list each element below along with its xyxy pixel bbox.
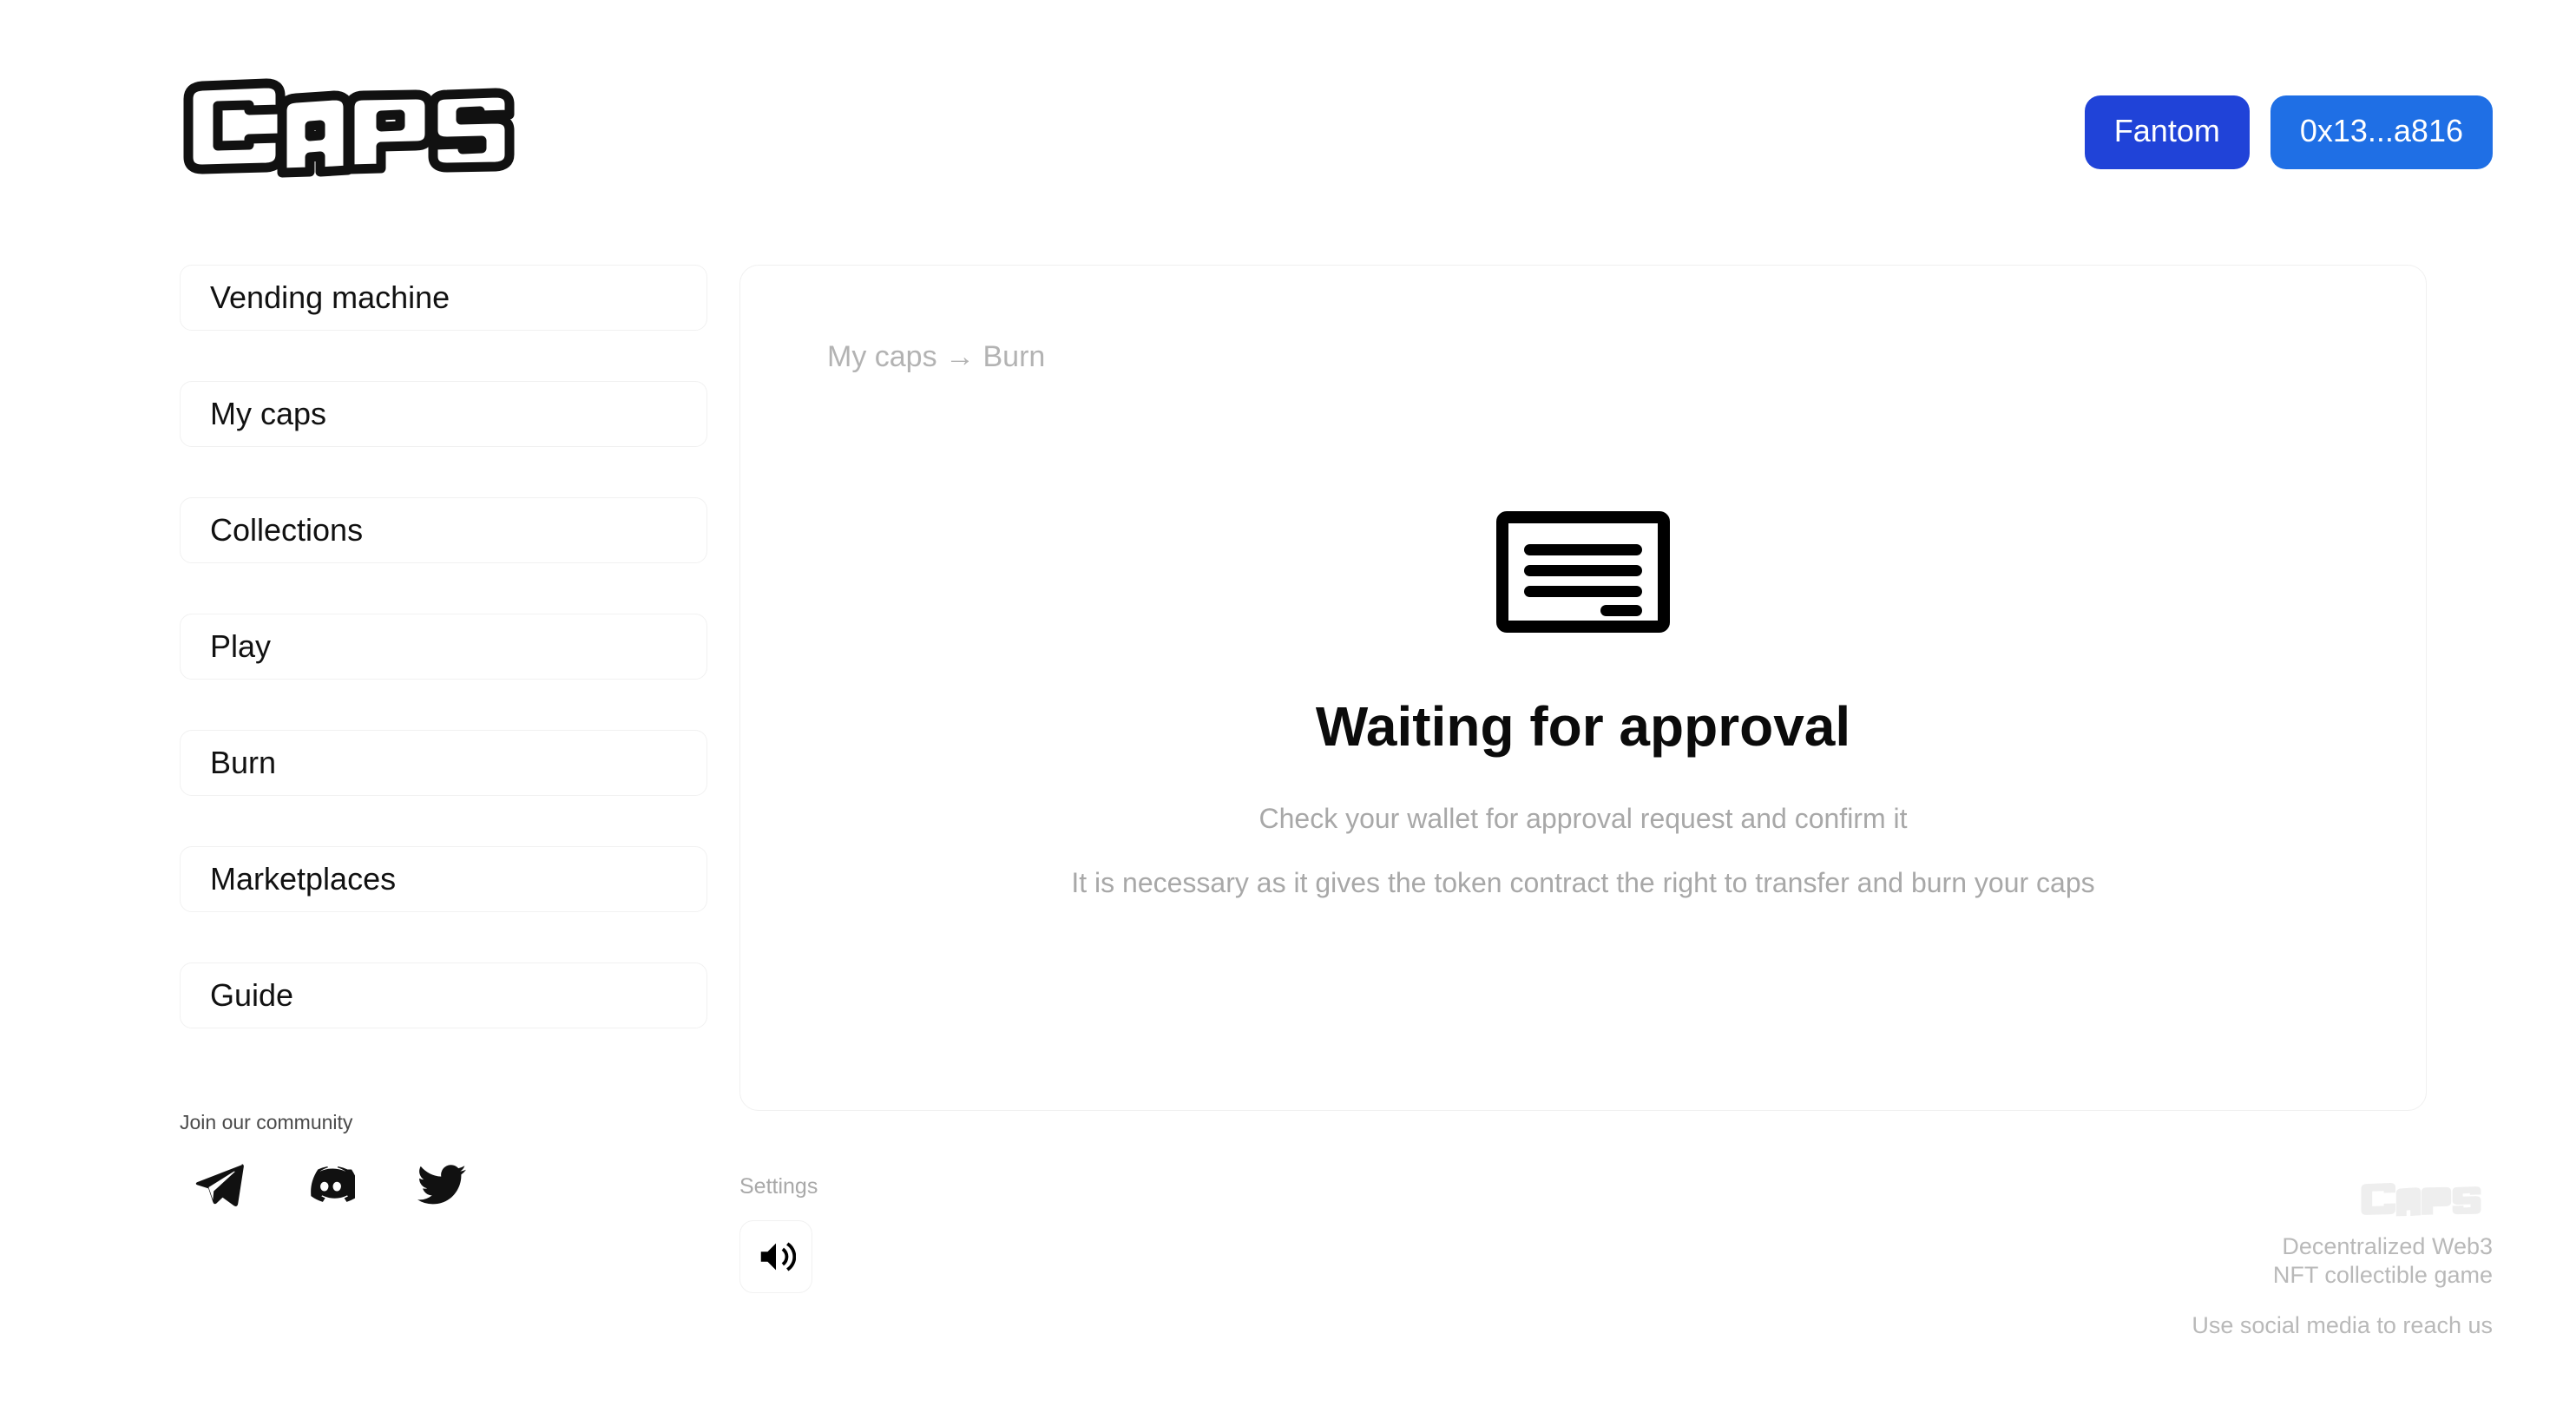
footer-tagline-line-1: Decentralized Web3: [2282, 1233, 2493, 1259]
sidebar-nav: Vending machine My caps Collections Play…: [180, 265, 707, 1079]
header-actions: Fantom 0x13...a816: [2084, 95, 2493, 169]
sidebar-item-label: Guide: [210, 977, 294, 1013]
approval-status-block: Waiting for approval Check your wallet f…: [740, 266, 2426, 1110]
caps-logo[interactable]: [176, 76, 515, 179]
sidebar-item-label: Burn: [210, 745, 277, 780]
status-description-secondary: It is necessary as it gives the token co…: [1071, 866, 2095, 898]
sidebar-item-marketplaces[interactable]: Marketplaces: [180, 846, 707, 912]
contract-document-icon: [1496, 510, 1670, 633]
main-content-card: My caps → Burn Waiting for approval Chec…: [739, 265, 2427, 1111]
community-section: Join our community: [180, 1113, 707, 1209]
speaker-on-icon: [756, 1237, 796, 1277]
sidebar-item-my-caps[interactable]: My caps: [180, 381, 707, 447]
sidebar-item-label: Vending machine: [210, 279, 450, 315]
sound-toggle-button[interactable]: [739, 1220, 812, 1293]
telegram-icon[interactable]: [195, 1160, 244, 1209]
footer-tagline-line-2: NFT collectible game: [2272, 1261, 2493, 1288]
app-root: Fantom 0x13...a816 Vending machine My ca…: [0, 0, 2576, 1419]
settings-section: Settings: [739, 1176, 818, 1293]
sidebar-item-label: Collections: [210, 512, 364, 548]
sidebar-item-label: Marketplaces: [210, 861, 397, 897]
app-header: Fantom 0x13...a816: [0, 0, 2576, 243]
sidebar-item-label: Play: [210, 628, 272, 664]
sidebar-item-burn[interactable]: Burn: [180, 730, 707, 796]
sidebar-item-guide[interactable]: Guide: [180, 962, 707, 1028]
twitter-icon[interactable]: [417, 1160, 466, 1209]
status-title: Waiting for approval: [1315, 694, 1851, 758]
wallet-address-button[interactable]: 0x13...a816: [2270, 95, 2493, 169]
sidebar-item-label: My caps: [210, 396, 327, 431]
sidebar-item-play[interactable]: Play: [180, 614, 707, 680]
status-description-primary: Check your wallet for approval request a…: [1258, 802, 1908, 834]
discord-icon[interactable]: [306, 1160, 355, 1209]
community-title: Join our community: [180, 1111, 353, 1133]
sidebar-item-vending-machine[interactable]: Vending machine: [180, 265, 707, 331]
footer-reach-line: Use social media to reach us: [2192, 1311, 2493, 1338]
footer-brand: Decentralized Web3 NFT collectible game …: [1885, 1180, 2493, 1337]
sidebar-item-collections[interactable]: Collections: [180, 497, 707, 563]
social-links: [180, 1160, 707, 1209]
network-selector-button[interactable]: Fantom: [2084, 95, 2250, 169]
caps-watermark-logo: [2347, 1180, 2493, 1219]
settings-label: Settings: [739, 1174, 818, 1199]
